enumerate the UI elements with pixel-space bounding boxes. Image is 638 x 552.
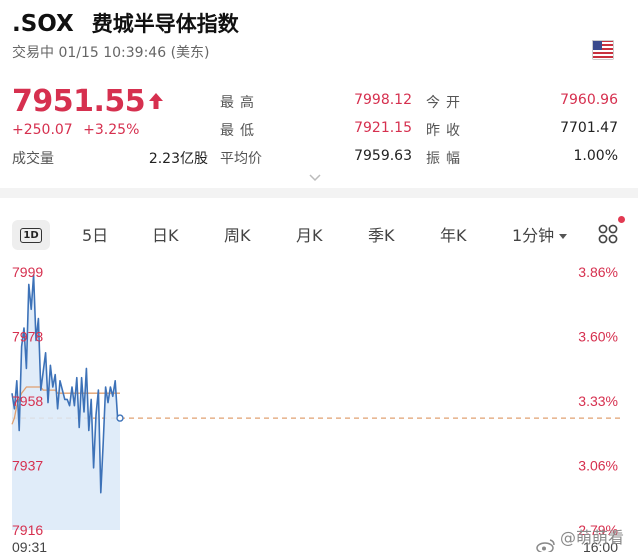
volume-value: 2.23亿股: [148, 151, 208, 167]
y-tick-label: 7958: [12, 393, 43, 409]
low-label: 最低: [220, 123, 260, 139]
chevron-down-icon[interactable]: [308, 168, 322, 187]
title-row: .SOX 费城半导体指数: [12, 8, 239, 38]
notification-dot: [618, 216, 625, 223]
high-label: 最高: [220, 95, 260, 111]
change-row: +250.07 +3.25%: [12, 122, 139, 138]
tab-weekly-k[interactable]: 周K: [224, 222, 251, 246]
period-tabs: 1D 5日 日K 周K 月K 季K 年K 1分钟: [12, 216, 632, 250]
avg-price-label: 平均价: [220, 151, 262, 167]
volume-label: 成交量: [12, 151, 54, 167]
us-flag-icon: [592, 40, 614, 60]
price-row: 7951.55: [12, 84, 164, 119]
tab-quarterly-k[interactable]: 季K: [368, 222, 395, 246]
pct-tick-label: 3.33%: [578, 393, 618, 409]
amplitude-label: 振幅: [426, 151, 466, 167]
interval-label: 1分钟: [512, 226, 555, 245]
pct-tick-label: 3.60%: [578, 329, 618, 345]
low-value: 7921.15: [354, 120, 412, 136]
caret-down-icon: [559, 234, 568, 239]
y-tick-label: 7978: [12, 329, 43, 345]
avg-price-value: 7959.63: [354, 148, 412, 164]
ticker-symbol: .SOX: [12, 11, 74, 37]
index-name: 费城半导体指数: [91, 12, 239, 36]
tab-yearly-k[interactable]: 年K: [440, 222, 467, 246]
pct-tick-label: 3.86%: [578, 264, 618, 280]
intraday-chart[interactable]: 7999 7978 7958 7937 7916 3.86% 3.60% 3.33% 3.06%…: [0, 258, 638, 552]
open-label: 今开: [426, 95, 466, 111]
last-price: 7951.55: [12, 84, 146, 119]
y-tick-label: 7937: [12, 458, 43, 474]
change-percent: +3.25%: [83, 122, 140, 138]
intraday-chart-svg: 7999 7978 7958 7937 7916 3.86% 3.60% 3.33% 3.06%…: [11, 264, 620, 552]
y-tick-label: 7916: [12, 522, 43, 538]
last-price-marker: [116, 414, 124, 422]
up-arrow-icon: [148, 92, 164, 114]
prev-close-value: 7701.47: [560, 120, 618, 136]
weibo-logo-icon: [536, 538, 556, 552]
amplitude-value: 1.00%: [573, 148, 618, 164]
trading-status: 交易中 01/15 10:39:46 (美东): [12, 45, 210, 61]
change-value: +250.07: [12, 122, 73, 138]
interval-dropdown[interactable]: 1分钟: [512, 222, 568, 246]
watermark: @萌萌看盘: [536, 524, 638, 552]
y-tick-label: 7999: [12, 264, 43, 280]
section-divider: [0, 188, 638, 198]
watermark-text: @萌萌看盘: [560, 528, 625, 547]
high-value: 7998.12: [354, 92, 412, 108]
tab-daily-k[interactable]: 日K: [152, 222, 179, 246]
tab-monthly-k[interactable]: 月K: [296, 222, 323, 246]
x-start-label: 09:31: [12, 539, 47, 552]
grid-menu-icon[interactable]: [598, 224, 618, 248]
tab-5day[interactable]: 5日: [82, 222, 108, 246]
tab-1d[interactable]: 1D: [12, 220, 50, 250]
open-value: 7960.96: [560, 92, 618, 108]
prev-close-label: 昨收: [426, 123, 466, 139]
pct-tick-label: 3.06%: [578, 458, 618, 474]
tab-1d-label: 1D: [20, 227, 42, 243]
